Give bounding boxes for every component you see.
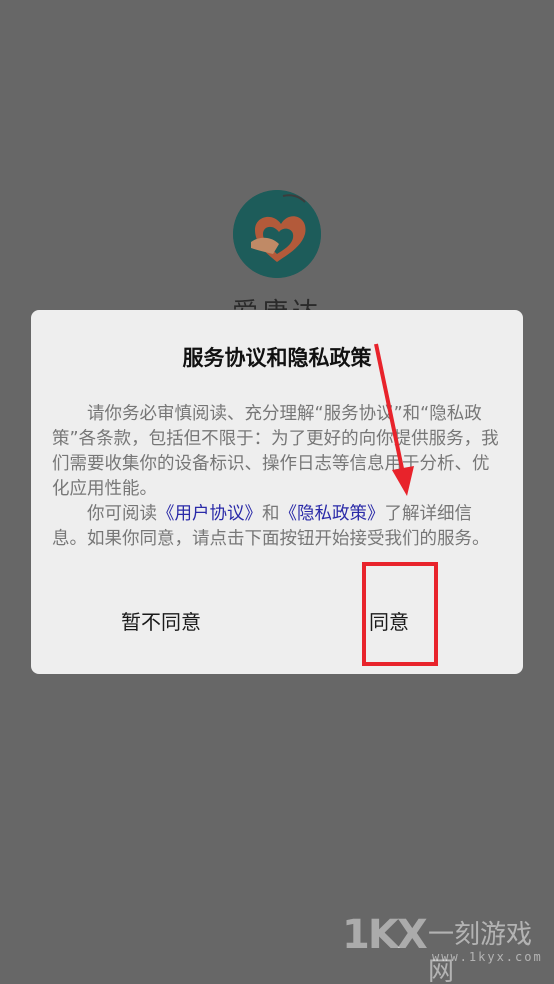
watermark-title: 一刻游戏网 (428, 920, 533, 984)
app-screen: 爱康达 服务协议和隐私政策 请你务必审慎阅读、充分理解“服务协议”和“隐私政策”… (0, 0, 554, 984)
user-agreement-link[interactable]: 《用户协议》 (157, 504, 262, 524)
dialog-paragraph-2: 你可阅读《用户协议》和《隐私政策》了解详细信息。如果你同意，请点击下面按钮开始接… (52, 502, 504, 552)
heart-hands-logo-icon (233, 190, 321, 278)
paragraph-2-and: 和 (262, 504, 280, 524)
privacy-dialog: 服务协议和隐私政策 请你务必审慎阅读、充分理解“服务协议”和“隐私政策”各条款，… (31, 310, 523, 674)
paragraph-2-prefix: 你可阅读 (87, 504, 157, 524)
dialog-paragraph-1: 请你务必审慎阅读、充分理解“服务协议”和“隐私政策”各条款，包括但不限于：为了更… (52, 404, 499, 499)
privacy-policy-link[interactable]: 《隐私政策》 (280, 504, 385, 524)
watermark: 1KX 一刻游戏网 www.1kyx.com (342, 912, 554, 984)
watermark-logo: 1KX (342, 912, 428, 958)
watermark-url: www.1kyx.com (432, 950, 543, 964)
disagree-button[interactable]: 暂不同意 (121, 606, 201, 635)
dialog-title: 服务协议和隐私政策 (182, 346, 372, 370)
dialog-body: 请你务必审慎阅读、充分理解“服务协议”和“隐私政策”各条款，包括但不限于：为了更… (52, 402, 504, 552)
annotation-highlight-box (362, 562, 438, 666)
